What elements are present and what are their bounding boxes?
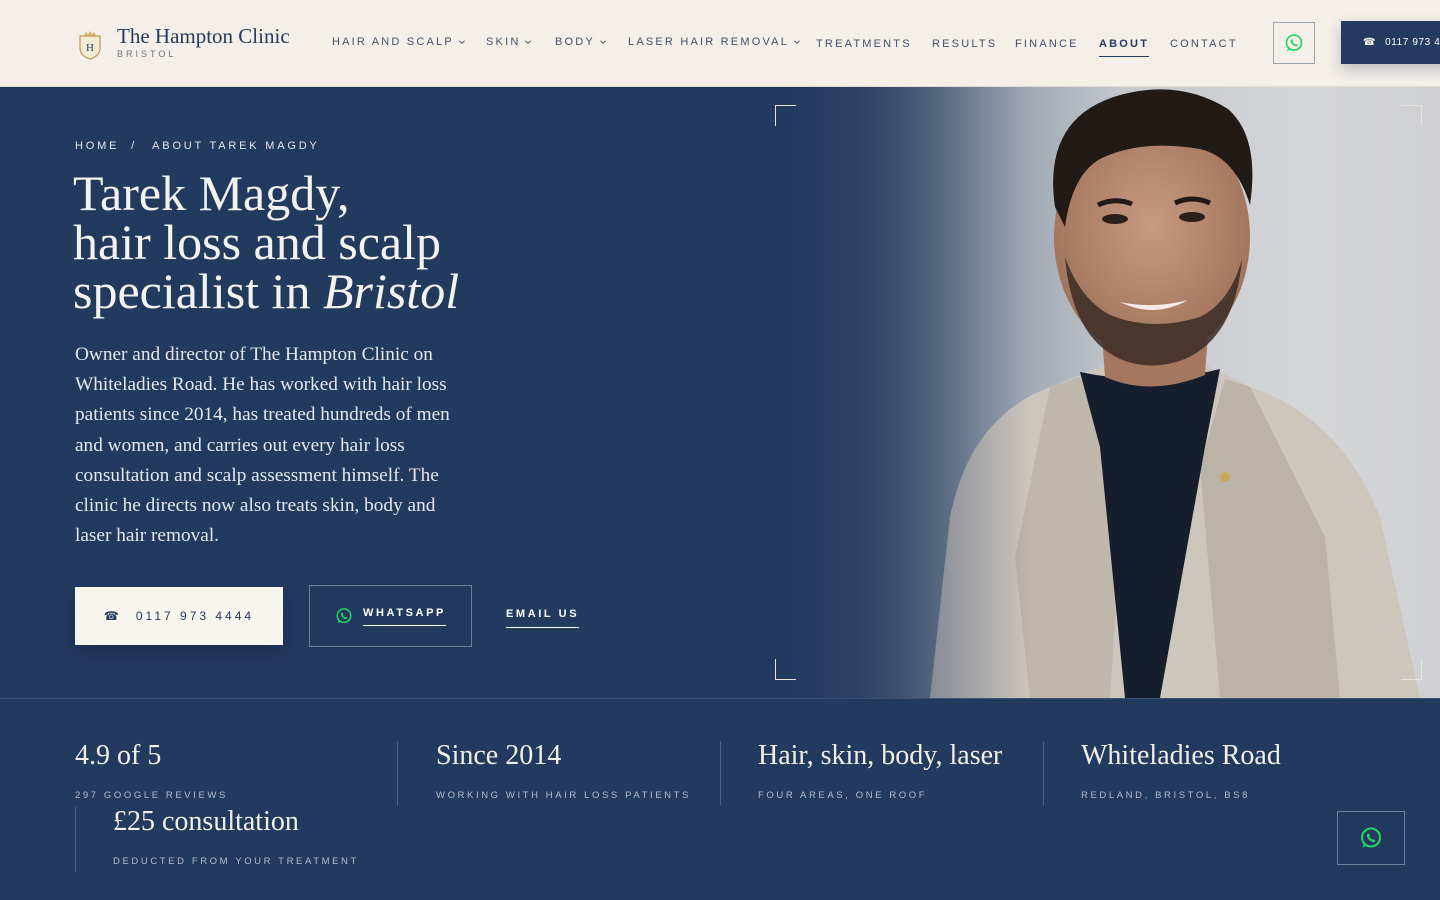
title-line-3: specialist in Bristol: [73, 266, 459, 316]
stat-location: Whiteladies Road REDLAND, BRISTOL, BS8: [1081, 740, 1281, 801]
section-divider: [0, 698, 1440, 699]
nav-skin[interactable]: SKIN: [486, 36, 532, 48]
stat-value: Since 2014: [436, 740, 562, 771]
stat-label: REDLAND, BRISTOL, BS8: [1081, 790, 1250, 801]
nav-contact[interactable]: CONTACT: [1170, 38, 1238, 50]
call-button-label: 0117 973 4444: [135, 609, 255, 623]
email-us-link[interactable]: EMAIL US: [506, 608, 580, 628]
stat-since: Since 2014 WORKING WITH HAIR LOSS PATIEN…: [436, 740, 688, 801]
frame-corner-top-left: [775, 105, 796, 126]
title-line-3-text: specialist in: [73, 263, 323, 319]
breadcrumb-current: ABOUT TAREK MAGDY: [152, 140, 320, 152]
breadcrumb: HOME / ABOUT TAREK MAGDY: [75, 140, 320, 152]
clinic-crest-logo[interactable]: H: [78, 30, 102, 60]
site-header: H The Hampton Clinic BRISTOL HAIR AND SC…: [0, 0, 1440, 87]
page-title: Tarek Magdy, hair loss and scalp special…: [73, 165, 459, 316]
nav-label: HAIR AND SCALP: [332, 36, 454, 48]
whatsapp-button[interactable]: WHATSAPP: [309, 585, 472, 647]
whatsapp-icon: [1285, 34, 1303, 51]
nav-laser-hair-removal[interactable]: LASER HAIR REMOVAL: [628, 36, 800, 48]
portrait-illustration: [780, 87, 1440, 698]
stat-divider: [75, 807, 76, 872]
frame-corner-bottom-left: [775, 659, 796, 680]
nav-hair-and-scalp[interactable]: HAIR AND SCALP: [332, 36, 465, 48]
nav-label: LASER HAIR REMOVAL: [628, 36, 790, 48]
title-line-2: hair loss and scalp: [73, 214, 441, 270]
title-location-italic: Bristol: [322, 263, 460, 319]
breadcrumb-separator: /: [131, 140, 137, 152]
chevron-down-icon: [600, 40, 606, 45]
stat-label: WORKING WITH HAIR LOSS PATIENTS: [436, 790, 691, 801]
nav-treatments[interactable]: TREATMENTS: [816, 38, 912, 50]
nav-results[interactable]: RESULTS: [932, 38, 997, 50]
stat-divider: [397, 741, 398, 806]
stat-areas: Hair, skin, body, laser FOUR AREAS, ONE …: [758, 740, 1003, 801]
stat-divider: [1043, 741, 1044, 806]
nav-body[interactable]: BODY: [555, 36, 606, 48]
whatsapp-header-button[interactable]: [1273, 22, 1315, 64]
stat-label: DEDUCTED FROM YOUR TREATMENT: [113, 856, 359, 867]
phone-icon: ☎: [103, 609, 122, 623]
chevron-down-icon: [794, 40, 800, 45]
stat-consultation: £25 consultation DEDUCTED FROM YOUR TREA…: [113, 806, 356, 867]
specialist-portrait-photo: [780, 87, 1440, 698]
nav-label: BODY: [555, 36, 595, 48]
whatsapp-icon: [1361, 827, 1381, 848]
phone-icon: ☎: [1363, 37, 1377, 48]
call-header-label: 0117 973 4444: [1385, 37, 1440, 48]
whatsapp-floating-button[interactable]: [1337, 811, 1405, 865]
stat-label: 297 GOOGLE REVIEWS: [75, 790, 228, 801]
nav-finance[interactable]: FINANCE: [1015, 38, 1079, 50]
whatsapp-icon: [336, 608, 352, 624]
brand-location: BRISTOL: [117, 49, 177, 59]
call-button[interactable]: ☎ 0117 973 4444: [75, 587, 283, 645]
call-header-button[interactable]: ☎ 0117 973 4444: [1341, 21, 1440, 64]
breadcrumb-home[interactable]: HOME: [75, 140, 119, 152]
stat-label: FOUR AREAS, ONE ROOF: [758, 790, 928, 801]
frame-corner-bottom-right: [1401, 659, 1422, 680]
stat-value: 4.9 of 5: [75, 740, 162, 771]
hero-section: HOME / ABOUT TAREK MAGDY Tarek Magdy, ha…: [0, 87, 1440, 698]
stat-rating: 4.9 of 5 297 GOOGLE REVIEWS: [75, 740, 225, 801]
brand-name[interactable]: The Hampton Clinic: [117, 24, 290, 49]
stat-value: Hair, skin, body, laser: [758, 740, 1003, 771]
frame-corner-top-right: [1401, 105, 1422, 126]
title-line-1: Tarek Magdy,: [73, 165, 350, 221]
chevron-down-icon: [525, 40, 532, 45]
stat-value: £25 consultation: [113, 806, 299, 837]
stat-value: Whiteladies Road: [1081, 740, 1281, 771]
whatsapp-button-label: WHATSAPP: [363, 607, 446, 626]
svg-text:H: H: [86, 42, 94, 54]
hero-description: Owner and director of The Hampton Clinic…: [75, 344, 450, 547]
stat-divider: [720, 741, 721, 806]
chevron-down-icon: [459, 40, 465, 45]
nav-about[interactable]: ABOUT: [1099, 38, 1150, 57]
nav-label: SKIN: [486, 36, 521, 48]
